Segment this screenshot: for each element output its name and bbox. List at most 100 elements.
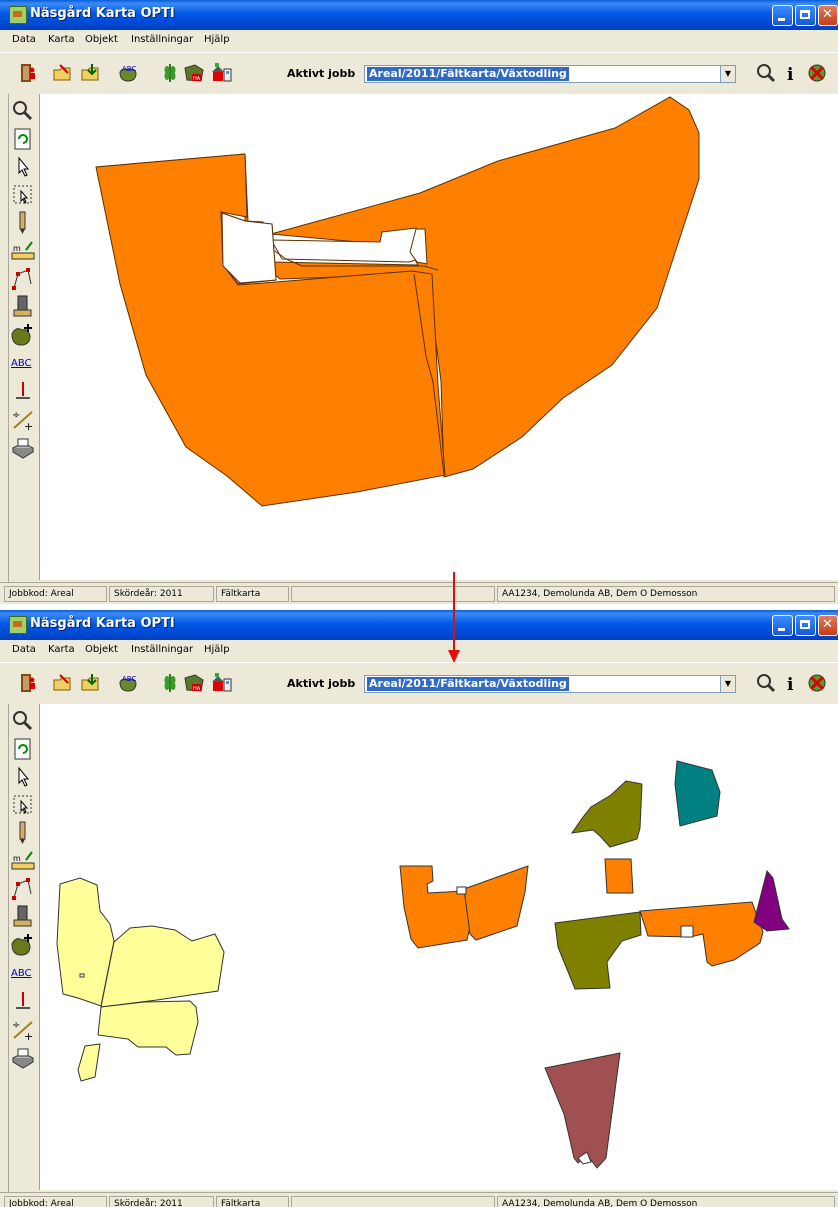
text-tool-icon[interactable]: ABC <box>10 960 36 986</box>
edit-vertex-tool-icon[interactable] <box>10 876 36 902</box>
zoom-tool-icon[interactable] <box>10 98 36 124</box>
status-jobbkod: Jobbkod: Areal <box>4 1196 107 1207</box>
close-button[interactable] <box>818 615 838 636</box>
toolbar: ABC HA Aktivt jobb Areal/2011/Fältkarta/… <box>0 52 838 93</box>
chevron-down-icon[interactable]: ▼ <box>720 66 735 82</box>
farm-buildings-icon[interactable] <box>211 672 233 694</box>
status-empty <box>291 1196 495 1207</box>
map-canvas[interactable] <box>39 94 838 580</box>
area-ha-icon[interactable]: HA <box>183 672 205 694</box>
map-canvas[interactable] <box>39 704 838 1190</box>
info-icon[interactable]: i <box>780 672 802 694</box>
farm-buildings-icon[interactable] <box>211 62 233 84</box>
menu-karta[interactable]: Karta <box>48 34 75 45</box>
close-job-icon[interactable] <box>806 672 828 694</box>
left-toolbar-divider <box>8 94 9 582</box>
open-folder-icon[interactable] <box>52 62 74 84</box>
left-toolbar: m ABC ÷ + <box>8 704 38 1192</box>
active-job-select[interactable]: Areal/2011/Fältkarta/Växtodling ▼ <box>364 675 736 693</box>
title-bar[interactable]: Näsgård Karta OPTI <box>0 610 838 640</box>
print-tool-icon[interactable] <box>10 434 36 460</box>
toolbar: ABC HA Aktivt jobb Areal/2011/Fältkarta/… <box>0 662 838 703</box>
maximize-button[interactable] <box>795 5 816 26</box>
svg-text:i: i <box>787 65 794 84</box>
select-tool-icon[interactable] <box>10 182 36 208</box>
zoom-icon[interactable] <box>755 672 777 694</box>
calculate-tool-icon[interactable]: ÷ + <box>10 406 36 433</box>
status-kund: AA1234, Demolunda AB, Dem O Demosson <box>497 586 835 602</box>
field-parcel <box>399 865 471 949</box>
active-job-select[interactable]: Areal/2011/Fältkarta/Växtodling ▼ <box>364 65 736 83</box>
close-job-icon[interactable] <box>806 62 828 84</box>
exit-icon[interactable] <box>18 62 40 84</box>
status-kund: AA1234, Demolunda AB, Dem O Demosson <box>497 1196 835 1207</box>
marker-tool-icon[interactable] <box>10 378 36 404</box>
abc-label-icon[interactable]: ABC <box>117 672 139 694</box>
status-bar: Jobbkod: Areal Skördeår: 2011 Fältkarta … <box>0 582 838 604</box>
measure-tool-icon[interactable]: m <box>10 238 36 264</box>
menu-installningar[interactable]: Inställningar <box>131 644 193 655</box>
chevron-down-icon[interactable]: ▼ <box>720 676 735 692</box>
title-bar[interactable]: Näsgård Karta OPTI <box>0 0 838 30</box>
maximize-button[interactable] <box>795 615 816 636</box>
refresh-tool-icon[interactable] <box>10 736 36 762</box>
left-toolbar: m ABC ÷ + <box>8 94 38 582</box>
field-parcel <box>79 973 85 978</box>
svg-text:ABC: ABC <box>122 675 136 683</box>
pointer-tool-icon[interactable] <box>10 154 36 180</box>
menu-objekt[interactable]: Objekt <box>85 34 118 45</box>
pointer-tool-icon[interactable] <box>10 764 36 790</box>
menu-data[interactable]: Data <box>12 34 36 45</box>
add-field-tool-icon[interactable] <box>10 932 36 958</box>
calculate-tool-icon[interactable]: ÷ + <box>10 1016 36 1043</box>
area-ha-icon[interactable]: HA <box>183 62 205 84</box>
active-job-value: Areal/2011/Fältkarta/Växtodling <box>367 677 569 691</box>
print-tool-icon[interactable] <box>10 1044 36 1070</box>
refresh-tool-icon[interactable] <box>10 126 36 152</box>
zoom-icon[interactable] <box>755 62 777 84</box>
close-button[interactable] <box>818 5 838 26</box>
field-parcel <box>544 1052 621 1169</box>
minimize-button[interactable] <box>772 5 793 26</box>
pencil-tool-icon[interactable] <box>10 210 36 236</box>
svg-text:÷: ÷ <box>12 410 20 421</box>
menu-data[interactable]: Data <box>12 644 36 655</box>
info-icon[interactable]: i <box>780 62 802 84</box>
status-kartnamn: Fältkarta <box>216 586 289 602</box>
menu-objekt[interactable]: Objekt <box>85 644 118 655</box>
window-title: Näsgård Karta OPTI <box>30 6 175 21</box>
open-folder-icon[interactable] <box>52 672 74 694</box>
abc-label-icon[interactable]: ABC <box>117 62 139 84</box>
pencil-tool-icon[interactable] <box>10 820 36 846</box>
window-title: Näsgård Karta OPTI <box>30 616 175 631</box>
zoom-tool-icon[interactable] <box>10 708 36 734</box>
menu-hjalp[interactable]: Hjälp <box>204 644 230 655</box>
menu-installningar[interactable]: Inställningar <box>131 34 193 45</box>
sample-tool-icon[interactable] <box>10 904 36 930</box>
menu-karta[interactable]: Karta <box>48 644 75 655</box>
select-tool-icon[interactable] <box>10 792 36 818</box>
sample-tool-icon[interactable] <box>10 294 36 320</box>
svg-text:÷: ÷ <box>12 1020 20 1031</box>
exit-icon[interactable] <box>18 672 40 694</box>
measure-tool-icon[interactable]: m <box>10 848 36 874</box>
active-job-value: Areal/2011/Fältkarta/Växtodling <box>367 67 569 81</box>
marker-tool-icon[interactable] <box>10 988 36 1014</box>
map-svg <box>95 96 700 507</box>
add-field-tool-icon[interactable] <box>10 322 36 348</box>
open-folder-2-icon[interactable] <box>80 672 102 694</box>
status-kartnamn: Fältkarta <box>216 1196 289 1207</box>
status-skordear: Skördeår: 2011 <box>109 1196 214 1207</box>
crop-icon[interactable] <box>159 62 181 84</box>
field-parcel <box>554 911 642 990</box>
crop-icon[interactable] <box>159 672 181 694</box>
field-parcel <box>456 886 467 895</box>
open-folder-2-icon[interactable] <box>80 62 102 84</box>
svg-text:ABC: ABC <box>11 358 32 369</box>
edit-vertex-tool-icon[interactable] <box>10 266 36 292</box>
field-parcel <box>753 869 790 932</box>
text-tool-icon[interactable]: ABC <box>10 350 36 376</box>
minimize-button[interactable] <box>772 615 793 636</box>
app-icon <box>9 616 27 634</box>
menu-hjalp[interactable]: Hjälp <box>204 34 230 45</box>
